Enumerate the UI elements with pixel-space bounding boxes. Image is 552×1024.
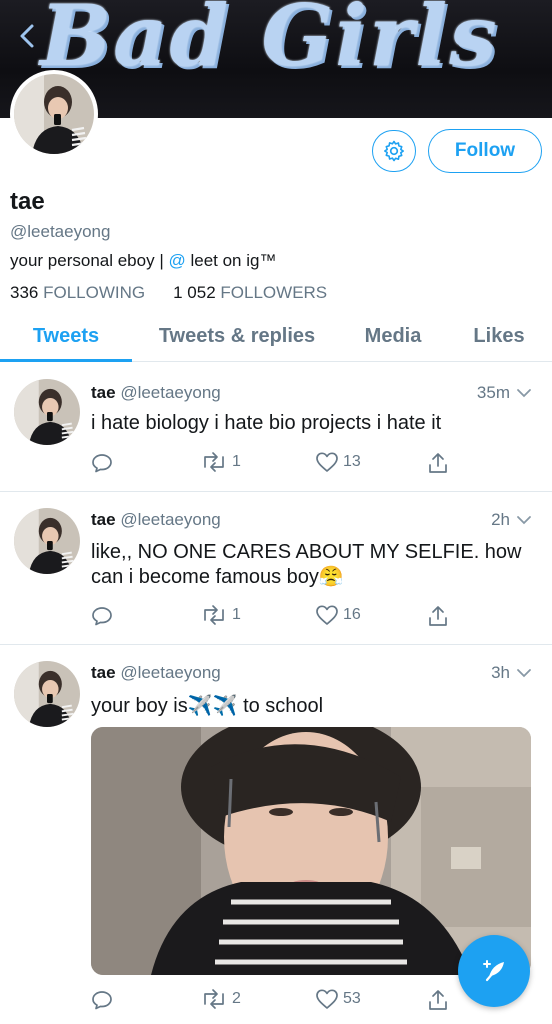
tab-likes[interactable]: Likes bbox=[456, 310, 542, 362]
retweet-icon bbox=[204, 989, 224, 1009]
retweet-button[interactable]: 1 bbox=[200, 604, 241, 626]
retweet-button[interactable]: 1 bbox=[200, 451, 241, 473]
heart-icon bbox=[316, 452, 338, 472]
share-button[interactable] bbox=[427, 604, 449, 628]
chevron-down-icon[interactable] bbox=[516, 514, 532, 526]
share-icon bbox=[429, 606, 447, 626]
retweet-count: 1 bbox=[232, 606, 241, 623]
tweet-actions: 1 13 bbox=[0, 451, 552, 481]
bio-text: your personal eboy | bbox=[10, 251, 169, 270]
followers-label: FOLLOWERS bbox=[220, 283, 328, 302]
followers-count: 1 052 bbox=[173, 283, 216, 302]
tweet-author-name[interactable]: tae bbox=[91, 663, 116, 682]
tweet-time-row: 35m bbox=[477, 383, 532, 403]
reply-icon bbox=[92, 454, 112, 473]
tweet[interactable]: tae @leetaeyong 2h like,, NO ONE CARES A… bbox=[0, 492, 552, 645]
tweet-author-handle[interactable]: @leetaeyong bbox=[120, 510, 220, 529]
active-tab-indicator bbox=[0, 359, 132, 362]
heart-icon bbox=[316, 605, 338, 625]
tweet-time-row: 3h bbox=[491, 663, 532, 683]
tweet-author-handle[interactable]: @leetaeyong bbox=[120, 383, 220, 402]
share-icon bbox=[429, 990, 447, 1010]
retweet-count: 1 bbox=[232, 453, 241, 470]
chevron-left-icon bbox=[20, 24, 34, 48]
bio-mention[interactable]: @ bbox=[168, 251, 185, 270]
follow-button[interactable]: Follow bbox=[428, 129, 542, 173]
tweet-author-handle[interactable]: @leetaeyong bbox=[120, 663, 220, 682]
tweet-avatar[interactable] bbox=[14, 661, 80, 727]
tweet-header: tae @leetaeyong bbox=[91, 510, 221, 530]
tweet-text: your boy is✈️✈️ to school bbox=[91, 695, 324, 717]
display-name: tae bbox=[10, 188, 45, 215]
like-button[interactable]: 13 bbox=[315, 451, 361, 473]
retweet-button[interactable]: 2 bbox=[200, 988, 241, 1010]
following-label: FOLLOWING bbox=[43, 283, 146, 302]
reply-icon bbox=[92, 607, 112, 626]
share-button[interactable] bbox=[427, 988, 449, 1012]
reply-button[interactable] bbox=[90, 451, 114, 475]
tweet-header: tae @leetaeyong bbox=[91, 383, 221, 403]
profile-bio: your personal eboy | @ leet on ig™ bbox=[10, 251, 276, 271]
tab-tweets-replies[interactable]: Tweets & replies bbox=[138, 310, 336, 362]
retweet-count: 2 bbox=[232, 990, 241, 1007]
retweet-icon bbox=[204, 452, 224, 472]
like-button[interactable]: 16 bbox=[315, 604, 361, 626]
like-count: 53 bbox=[343, 990, 361, 1007]
profile-tabs: Tweets Tweets & replies Media Likes bbox=[0, 310, 552, 362]
reply-button[interactable] bbox=[90, 604, 114, 628]
banner-text: Bad Girls bbox=[40, 0, 499, 85]
tweet-author-name[interactable]: tae bbox=[91, 510, 116, 529]
feather-compose-icon bbox=[483, 960, 504, 982]
following-stat[interactable]: 336 FOLLOWING bbox=[10, 283, 145, 302]
reply-button[interactable] bbox=[90, 988, 114, 1012]
profile-handle: @leetaeyong bbox=[10, 222, 111, 241]
reply-icon bbox=[92, 991, 112, 1010]
tweet-header: tae @leetaeyong bbox=[91, 663, 221, 683]
like-count: 13 bbox=[343, 453, 361, 470]
retweet-icon bbox=[204, 605, 224, 625]
tweet-avatar[interactable] bbox=[14, 508, 80, 574]
chevron-down-icon[interactable] bbox=[516, 387, 532, 399]
tweet[interactable]: tae @leetaeyong 35m i hate biology i hat… bbox=[0, 363, 552, 492]
tweet-actions: 1 16 bbox=[0, 604, 552, 634]
tweet-timestamp: 35m bbox=[476, 383, 510, 402]
chevron-down-icon[interactable] bbox=[516, 667, 532, 679]
tweet-avatar[interactable] bbox=[14, 379, 80, 445]
tweet-text: i hate biology i hate bio projects i hat… bbox=[91, 412, 442, 434]
followers-stat[interactable]: 1 052 FOLLOWERS bbox=[173, 283, 327, 302]
gear-icon bbox=[384, 140, 404, 162]
tweet-time-row: 2h bbox=[491, 510, 532, 530]
bio-suffix: leet on ig™ bbox=[185, 251, 277, 270]
tweet-text: like,, NO ONE CARES ABOUT MY SELFIE. how… bbox=[91, 541, 522, 588]
share-button[interactable] bbox=[427, 451, 449, 475]
settings-button[interactable] bbox=[372, 130, 416, 172]
tweet-media-image[interactable] bbox=[91, 727, 531, 975]
like-count: 16 bbox=[343, 606, 361, 623]
tab-media[interactable]: Media bbox=[348, 310, 438, 362]
profile-stats: 336 FOLLOWING 1 052 FOLLOWERS bbox=[10, 283, 327, 303]
share-icon bbox=[429, 453, 447, 473]
tweet-timestamp: 3h bbox=[491, 663, 510, 682]
back-button[interactable] bbox=[14, 22, 42, 50]
tweet-timestamp: 2h bbox=[491, 510, 510, 529]
compose-tweet-button[interactable] bbox=[458, 935, 530, 1007]
profile-avatar[interactable] bbox=[10, 70, 98, 158]
tweet-author-name[interactable]: tae bbox=[91, 383, 116, 402]
tab-tweets[interactable]: Tweets bbox=[0, 310, 132, 362]
like-button[interactable]: 53 bbox=[315, 988, 361, 1010]
heart-icon bbox=[316, 989, 338, 1009]
following-count: 336 bbox=[10, 283, 39, 302]
